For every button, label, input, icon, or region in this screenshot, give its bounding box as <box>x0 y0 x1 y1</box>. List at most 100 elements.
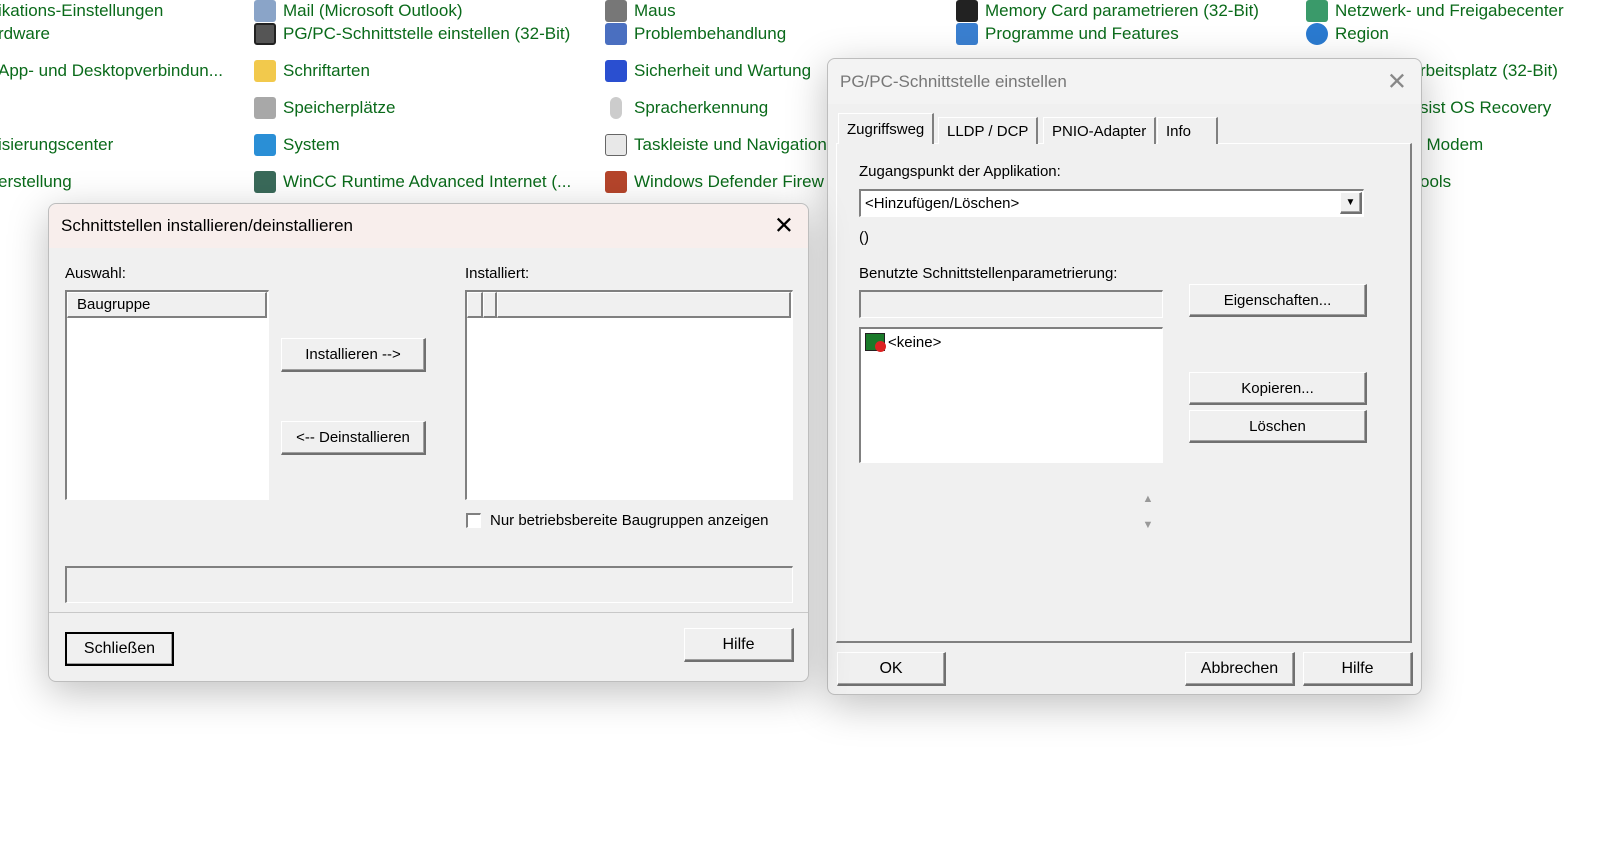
access-point-info: () <box>859 229 869 246</box>
cp-item-label: App- und Desktopverbindun... <box>0 61 223 80</box>
fonts-folder-icon <box>254 60 276 82</box>
cp-item-mouse[interactable]: Maus <box>605 0 676 23</box>
cp-item-label: System <box>283 135 340 154</box>
list-scroll-arrows[interactable]: ▲ <box>1140 479 1156 541</box>
install-title-bar: Schnittstellen installieren/deinstallier… <box>49 204 808 248</box>
cp-item-pgpc[interactable]: PG/PC-Schnittstelle einstellen (32-Bit) <box>254 22 570 46</box>
cp-item-region[interactable]: Region <box>1306 22 1389 46</box>
scroll-down-icon[interactable]: ▼ <box>1140 519 1156 531</box>
flag-icon <box>605 60 627 82</box>
cp-item-label: WinCC Runtime Advanced Internet (... <box>283 172 572 191</box>
cp-item[interactable]: sist OS Recovery <box>1420 96 1551 120</box>
cancel-button[interactable]: Abbrechen <box>1185 652 1295 686</box>
close-icon[interactable]: ✕ <box>1387 67 1407 96</box>
properties-button[interactable]: Eigenschaften... <box>1189 284 1367 317</box>
cp-item-label: Mail (Microsoft Outlook) <box>283 1 463 20</box>
tab-label: Info <box>1166 122 1192 140</box>
close-button[interactable]: Schließen <box>65 632 174 666</box>
tab-lldp-dcp[interactable]: LLDP / DCP <box>938 117 1039 144</box>
access-point-select[interactable]: <Hinzufügen/Löschen> ▼ <box>859 189 1364 217</box>
cp-item-label: Region <box>1335 24 1389 43</box>
cp-item[interactable]: erstellung <box>0 170 72 194</box>
used-param-label: Benutzte Schnittstellenparametrierung: <box>859 265 1118 282</box>
copy-button[interactable]: Kopieren... <box>1189 372 1367 405</box>
cp-item-storage[interactable]: Speicherplätze <box>254 96 395 120</box>
cp-item-label: Sicherheit und Wartung <box>634 61 812 80</box>
uninstall-button[interactable]: <-- Deinstallieren <box>281 421 426 455</box>
cp-item-network[interactable]: Netzwerk- und Freigabecenter <box>1306 0 1564 23</box>
auswahl-list[interactable]: Baugruppe <box>65 290 269 500</box>
pgpc-dialog: PG/PC-Schnittstelle einstellen ✕ Zugriff… <box>827 58 1422 695</box>
cp-item-memorycard[interactable]: Memory Card parametrieren (32-Bit) <box>956 0 1259 23</box>
install-dialog: Schnittstellen installieren/deinstallier… <box>48 203 809 682</box>
cp-item-label: rdware <box>0 24 50 43</box>
help-button[interactable]: Hilfe <box>1303 652 1413 686</box>
ready-only-checkbox-row[interactable]: Nur betriebsbereite Baugruppen anzeigen <box>466 512 769 529</box>
cp-item-label: Taskleiste und Navigation <box>634 135 827 154</box>
cp-item-system[interactable]: System <box>254 133 340 157</box>
cp-item-mail[interactable]: Mail (Microsoft Outlook) <box>254 0 462 23</box>
cp-item-label: rbeitsplatz (32-Bit) <box>1420 61 1558 80</box>
tab-label: LLDP / DCP <box>947 122 1029 140</box>
close-icon[interactable]: ✕ <box>774 212 794 241</box>
tab-label: Zugriffsweg <box>847 120 925 138</box>
list-item[interactable]: <keine> <box>865 333 1158 352</box>
network-icon <box>1306 0 1328 22</box>
delete-button[interactable]: Löschen <box>1189 410 1367 443</box>
cp-item-programs[interactable]: Programme und Features <box>956 22 1179 46</box>
auswahl-label: Auswahl: <box>65 265 126 282</box>
tab-info[interactable]: Info <box>1157 117 1218 144</box>
cp-item-speech[interactable]: Spracherkennung <box>605 96 768 120</box>
cp-item-wincc[interactable]: WinCC Runtime Advanced Internet (... <box>254 170 571 194</box>
cp-item-label: erstellung <box>0 172 72 191</box>
column-header-baugruppe[interactable]: Baugruppe <box>67 292 267 318</box>
cp-item[interactable]: ikations-Einstellungen <box>0 0 163 23</box>
status-field <box>65 566 793 603</box>
cp-item-fonts[interactable]: Schriftarten <box>254 59 370 83</box>
storage-spaces-icon <box>254 97 276 119</box>
pgpc-title: PG/PC-Schnittstelle einstellen <box>840 71 1067 91</box>
cp-item-label: isierungscenter <box>0 135 114 154</box>
mouse-icon <box>605 0 627 22</box>
install-title: Schnittstellen installieren/deinstallier… <box>61 216 353 235</box>
cp-item[interactable]: ools <box>1420 170 1451 194</box>
column-header[interactable] <box>497 292 791 318</box>
column-header[interactable] <box>467 292 483 318</box>
cp-item[interactable]: App- und Desktopverbindun... <box>0 59 223 83</box>
installiert-list[interactable] <box>465 290 793 500</box>
tab-zugriffsweg[interactable]: Zugriffsweg <box>838 113 935 144</box>
interface-list[interactable]: <keine> <box>859 327 1163 463</box>
cp-item[interactable]: rdware <box>0 22 50 46</box>
cp-item-label: Schriftarten <box>283 61 370 80</box>
cp-item[interactable]: l Modem <box>1418 133 1483 157</box>
firewall-icon <box>605 171 627 193</box>
cp-item-label: Problembehandlung <box>634 24 787 43</box>
cp-item[interactable]: isierungscenter <box>0 133 113 157</box>
cp-item-security[interactable]: Sicherheit und Wartung <box>605 59 811 83</box>
cp-item-label: Spracherkennung <box>634 98 769 117</box>
cp-item-firewall[interactable]: Windows Defender Firew <box>605 170 824 194</box>
cp-item[interactable]: rbeitsplatz (32-Bit) <box>1420 59 1558 83</box>
checkbox-label: Nur betriebsbereite Baugruppen anzeigen <box>490 512 769 529</box>
wincc-computer-icon <box>254 171 276 193</box>
install-button[interactable]: Installieren --> <box>281 338 426 372</box>
column-header[interactable] <box>483 292 497 318</box>
memory-card-icon <box>956 0 978 22</box>
cp-item-troubleshoot[interactable]: Problembehandlung <box>605 22 786 46</box>
help-button[interactable]: Hilfe <box>684 628 794 662</box>
cp-item-label: Netzwerk- und Freigabecenter <box>1335 1 1564 20</box>
ok-button[interactable]: OK <box>837 652 946 686</box>
cp-item-label: ikations-Einstellungen <box>0 1 164 20</box>
divider <box>49 612 808 613</box>
access-point-label: Zugangspunkt der Applikation: <box>859 163 1061 180</box>
dropdown-arrow-icon[interactable]: ▼ <box>1340 192 1362 214</box>
cp-item-label: Maus <box>634 1 676 20</box>
cp-item-taskbar[interactable]: Taskleiste und Navigation <box>605 133 827 157</box>
scroll-up-icon[interactable]: ▲ <box>1140 479 1156 519</box>
cp-item-label: Memory Card parametrieren (32-Bit) <box>985 1 1259 20</box>
cp-item-label: Speicherplätze <box>283 98 396 117</box>
cp-item-label: Windows Defender Firew <box>634 172 824 191</box>
ready-only-checkbox[interactable] <box>466 513 481 528</box>
cp-item-label: ools <box>1420 172 1452 191</box>
tab-pnio-adapter[interactable]: PNIO-Adapter <box>1043 117 1157 144</box>
